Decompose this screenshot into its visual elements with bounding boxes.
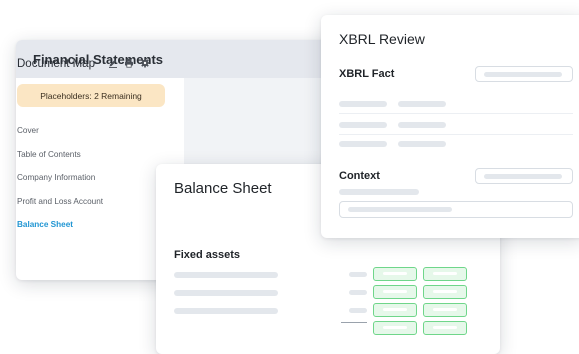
row-marker — [349, 290, 367, 295]
placeholder-line — [174, 290, 278, 296]
nav-item-cover[interactable]: Cover — [17, 126, 103, 150]
tagged-value-cell[interactable] — [423, 285, 467, 299]
placeholder-line — [339, 101, 387, 107]
document-map-title: Document Map — [17, 58, 95, 70]
nav-item-balance-sheet[interactable]: Balance Sheet — [17, 220, 103, 244]
fixed-assets-heading: Fixed assets — [174, 249, 241, 261]
tagged-value-cell[interactable] — [373, 267, 417, 281]
placeholder-line — [174, 308, 278, 314]
row-marker — [349, 308, 367, 313]
placeholder-line — [398, 101, 446, 107]
placeholder-line — [398, 141, 446, 147]
placeholders-badge[interactable]: Placeholders: 2 Remaining — [17, 84, 165, 107]
nav-item-profit-and-loss[interactable]: Profit and Loss Account — [17, 197, 103, 221]
gear-icon[interactable] — [140, 58, 150, 68]
context-label: Context — [339, 170, 380, 182]
balance-sheet-title: Balance Sheet — [174, 180, 272, 197]
print-icon[interactable] — [124, 58, 134, 68]
nav-item-company-information[interactable]: Company Information — [17, 173, 103, 197]
tagged-value-cell[interactable] — [373, 321, 417, 335]
document-map-nav: Cover Table of Contents Company Informat… — [17, 126, 103, 244]
row-marker — [349, 272, 367, 277]
placeholder-line — [398, 122, 446, 128]
xbrl-fact-field[interactable] — [475, 66, 573, 82]
tagged-value-cell[interactable] — [423, 321, 467, 335]
tagged-value-cell[interactable] — [373, 285, 417, 299]
tagged-value-cell[interactable] — [423, 267, 467, 281]
edit-icon[interactable] — [108, 58, 118, 68]
placeholder-line — [339, 141, 387, 147]
placeholder-line — [339, 122, 387, 128]
tagged-value-cell[interactable] — [423, 303, 467, 317]
context-field[interactable] — [475, 168, 573, 184]
xbrl-review-window: XBRL Review XBRL Fact Context — [321, 15, 579, 238]
xbrl-fact-label: XBRL Fact — [339, 68, 395, 80]
nav-item-table-of-contents[interactable]: Table of Contents — [17, 150, 103, 174]
total-rule — [341, 322, 367, 323]
context-detail-field[interactable] — [339, 201, 573, 218]
xbrl-review-title: XBRL Review — [339, 31, 425, 47]
placeholder-line — [339, 189, 419, 195]
divider — [339, 113, 573, 114]
tagged-value-cell[interactable] — [373, 303, 417, 317]
document-map-toolbar — [108, 58, 150, 68]
placeholder-line — [174, 272, 278, 278]
divider — [339, 134, 573, 135]
